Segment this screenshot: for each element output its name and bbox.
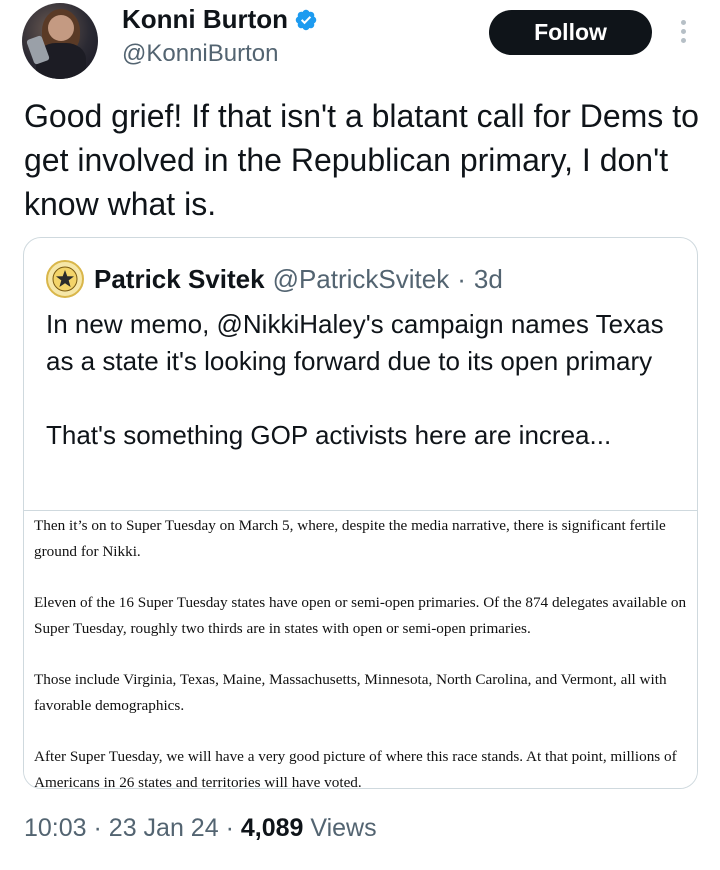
quoted-author-handle[interactable]: @PatrickSvitek <box>273 264 450 295</box>
memo-paragraph: Those include Virginia, Texas, Maine, Ma… <box>34 671 667 714</box>
views-label: Views <box>310 814 377 842</box>
author-name-row: Konni Burton <box>122 4 318 35</box>
more-dot <box>680 20 686 25</box>
author-handle[interactable]: @KonniBurton <box>122 40 278 68</box>
quoted-tweet-header: Patrick Svitek @PatrickSvitek · 3d <box>46 260 503 298</box>
quoted-age[interactable]: 3d <box>474 264 503 295</box>
memo-image[interactable]: Then it’s on to Super Tuesday on March 5… <box>24 510 697 789</box>
star-seal-icon <box>52 266 78 292</box>
tweet-date[interactable]: 23 Jan 24 <box>109 814 219 842</box>
tweet-header: Konni Burton @KonniBurton Follow <box>0 0 720 90</box>
more-options-icon[interactable] <box>676 20 690 48</box>
tweet-text: Good grief! If that isn't a blatant call… <box>24 98 699 222</box>
follow-button[interactable]: Follow <box>489 10 652 55</box>
author-display-name[interactable]: Konni Burton <box>122 4 288 35</box>
quoted-author-name[interactable]: Patrick Svitek <box>94 264 265 295</box>
quoted-author-avatar[interactable] <box>46 260 84 298</box>
avatar-face <box>48 15 74 41</box>
quoted-tweet[interactable]: Patrick Svitek @PatrickSvitek · 3d In ne… <box>23 237 698 789</box>
memo-paragraph: Then it’s on to Super Tuesday on March 5… <box>34 517 666 560</box>
meta-separator: · <box>225 814 234 842</box>
views-count[interactable]: 4,089 <box>241 814 304 842</box>
tweet-time[interactable]: 10:03 <box>24 814 87 842</box>
memo-paragraph: After Super Tuesday, we will have a very… <box>34 748 677 789</box>
meta-separator: · <box>93 814 102 842</box>
quoted-tweet-text: In new memo, @NikkiHaley's campaign name… <box>46 309 664 450</box>
tweet-meta: 10:03 · 23 Jan 24 · 4,089 Views <box>24 814 377 843</box>
author-avatar[interactable] <box>22 3 98 79</box>
memo-paragraph: Eleven of the 16 Super Tuesday states ha… <box>34 594 687 637</box>
more-dot <box>680 38 686 43</box>
quoted-separator: · <box>457 263 466 294</box>
more-dot <box>680 29 686 34</box>
verified-badge-icon[interactable] <box>294 8 318 32</box>
